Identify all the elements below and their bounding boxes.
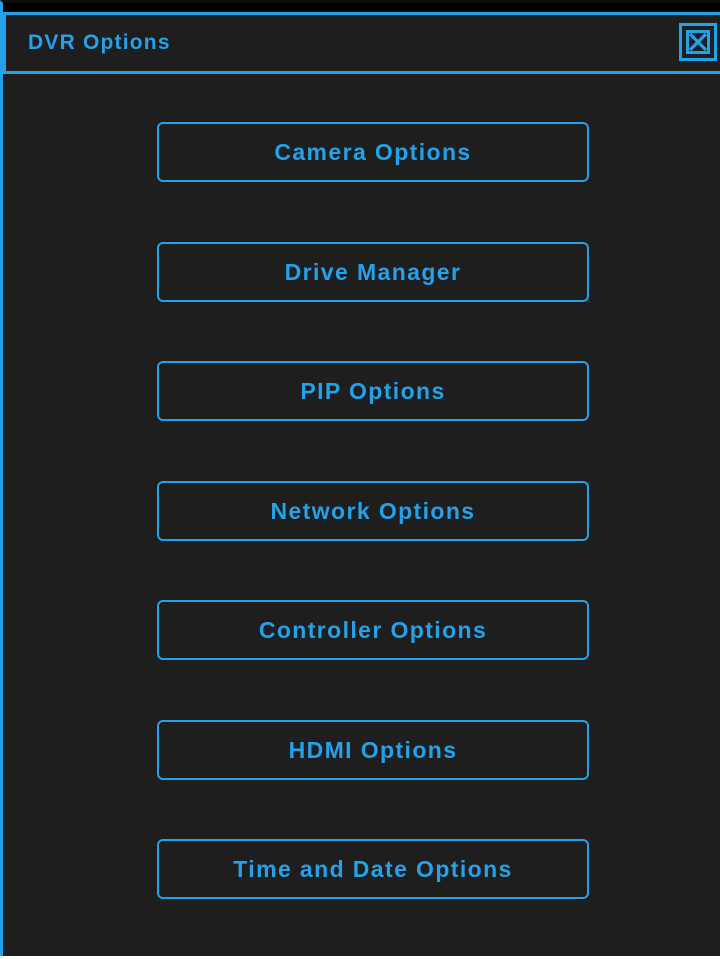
close-icon xyxy=(686,30,710,54)
pip-options-button[interactable]: PIP Options xyxy=(157,361,589,421)
title-bar: DVR Options xyxy=(3,3,720,74)
drive-manager-button[interactable]: Drive Manager xyxy=(157,242,589,302)
options-menu: Camera Options Drive Manager PIP Options… xyxy=(3,74,720,959)
time-and-date-options-button[interactable]: Time and Date Options xyxy=(157,839,589,899)
controller-options-button[interactable]: Controller Options xyxy=(157,600,589,660)
close-button[interactable] xyxy=(679,23,717,61)
window-title: DVR Options xyxy=(28,31,171,54)
hdmi-options-button[interactable]: HDMI Options xyxy=(157,720,589,780)
network-options-button[interactable]: Network Options xyxy=(157,481,589,541)
camera-options-button[interactable]: Camera Options xyxy=(157,122,589,182)
dvr-options-window: DVR Options Camera Options Drive Manager… xyxy=(0,0,720,956)
